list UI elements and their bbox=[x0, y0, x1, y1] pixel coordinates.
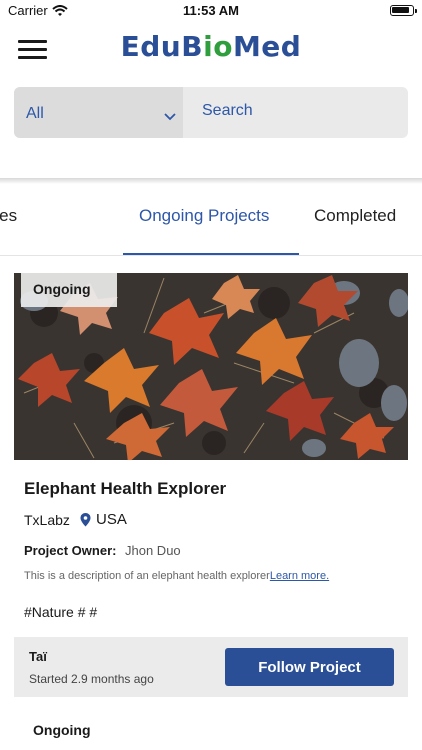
next-card-status-badge: Ongoing bbox=[33, 722, 91, 738]
battery-icon bbox=[390, 5, 417, 16]
chevron-down-icon bbox=[164, 108, 176, 126]
tab-opportunities[interactable]: Opportunities bbox=[0, 206, 17, 226]
project-tags: #Nature # # bbox=[24, 604, 98, 620]
app-logo: EduBioMed bbox=[120, 30, 302, 63]
follow-project-button[interactable]: Follow Project bbox=[225, 648, 394, 686]
project-country: USA bbox=[96, 511, 127, 528]
location-pin-icon bbox=[80, 513, 91, 532]
lab-name: TxLabz bbox=[24, 512, 70, 528]
learn-more-link[interactable]: Learn more. bbox=[270, 570, 329, 582]
tab-bar: Opportunities Ongoing Projects Completed bbox=[0, 180, 422, 256]
project-title[interactable]: Elephant Health Explorer bbox=[24, 479, 226, 499]
status-bar: Carrier 11:53 AM bbox=[0, 0, 422, 22]
clock-time: 11:53 AM bbox=[183, 3, 239, 18]
tab-completed[interactable]: Completed bbox=[314, 206, 396, 226]
description-text: This is a description of an elephant hea… bbox=[24, 570, 270, 582]
search-bar: All Search bbox=[14, 87, 408, 138]
status-badge: Ongoing bbox=[21, 273, 117, 307]
search-input[interactable]: Search bbox=[202, 102, 253, 120]
owner-label: Project Owner: bbox=[24, 543, 117, 558]
status-badge-label: Ongoing bbox=[33, 281, 91, 297]
owner-name: Jhon Duo bbox=[125, 543, 181, 558]
follower-name: Taï bbox=[29, 649, 47, 664]
started-date: Started 2.9 months ago bbox=[29, 672, 154, 686]
tab-ongoing-projects[interactable]: Ongoing Projects bbox=[139, 206, 269, 226]
active-tab-indicator bbox=[123, 253, 299, 255]
project-description: This is a description of an elephant hea… bbox=[24, 570, 329, 582]
category-dropdown[interactable]: All bbox=[14, 87, 183, 138]
card-footer: Taï Started 2.9 months ago Follow Projec… bbox=[14, 637, 408, 697]
project-image: Ongoing bbox=[14, 273, 408, 460]
category-selected-value: All bbox=[26, 105, 44, 122]
